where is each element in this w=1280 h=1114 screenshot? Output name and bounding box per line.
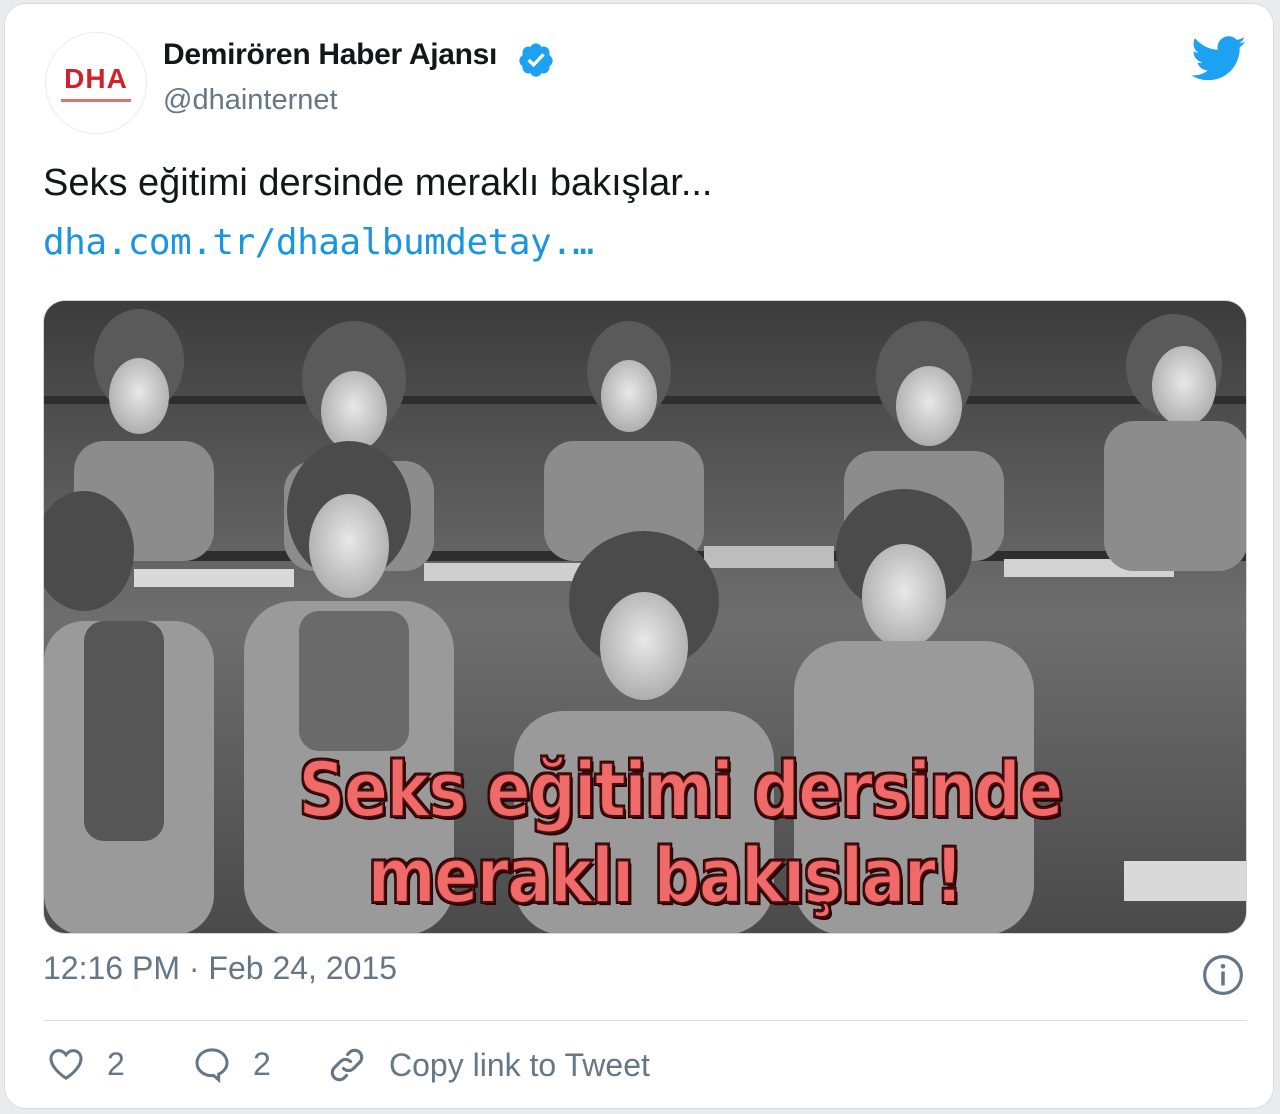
copy-link-button[interactable]: Copy link to Tweet	[325, 1044, 650, 1086]
copy-link-label: Copy link to Tweet	[389, 1046, 650, 1083]
author-display-name[interactable]: Demirören Haber Ajansı	[163, 38, 497, 72]
reply-bubble-icon	[195, 1048, 229, 1084]
link-icon	[330, 1048, 364, 1082]
dha-logo: DHA	[64, 62, 128, 94]
tweet-card: DHA Demirören Haber Ajansı @dhainternet …	[4, 3, 1274, 1109]
tweet-link[interactable]: dha.com.tr/dhaalbumdetay.…	[43, 222, 594, 263]
info-icon[interactable]	[1202, 954, 1244, 996]
like-button[interactable]: 2	[45, 1044, 125, 1084]
reply-count: 2	[253, 1045, 271, 1082]
avatar[interactable]: DHA	[45, 32, 147, 134]
logo-underline	[61, 98, 131, 102]
verified-badge-icon	[519, 43, 553, 77]
image-caption-line-2: meraklı bakışlar!	[367, 830, 965, 921]
tweet-media-image[interactable]: Seks eğitimi dersinde meraklı bakışlar!	[43, 300, 1247, 934]
like-count: 2	[107, 1045, 125, 1082]
heart-icon	[49, 1049, 83, 1080]
divider	[43, 1020, 1247, 1021]
twitter-bird-icon[interactable]	[1191, 36, 1247, 82]
image-caption-line-1: Seks eğitimi dersinde	[298, 744, 1065, 835]
author-handle[interactable]: @dhainternet	[163, 84, 338, 117]
reply-button[interactable]: 2	[191, 1044, 271, 1084]
tweet-text: Seks eğitimi dersinde meraklı bakışlar..…	[43, 162, 713, 204]
tweet-timestamp[interactable]: 12:16 PM · Feb 24, 2015	[43, 950, 397, 987]
